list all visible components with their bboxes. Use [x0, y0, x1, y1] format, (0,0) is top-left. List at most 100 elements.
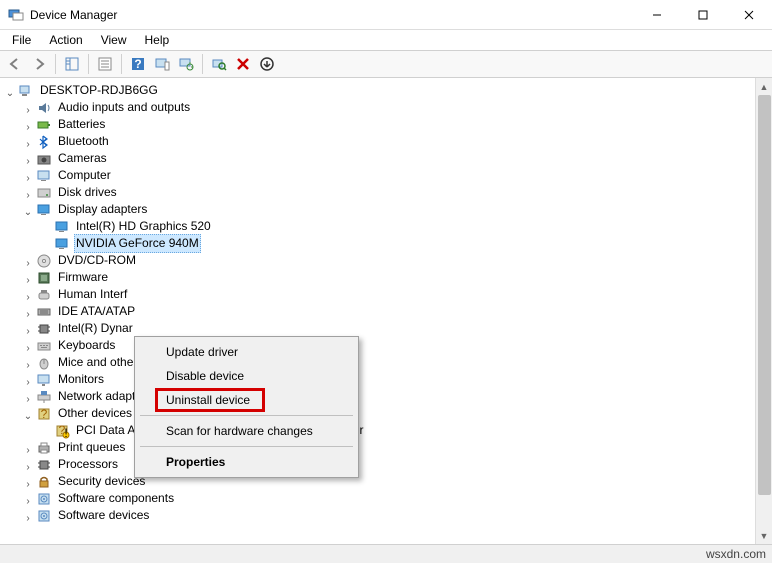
node-label[interactable]: Print queues	[56, 439, 127, 456]
menu-help[interactable]: Help	[137, 31, 178, 49]
ctx-scan-hardware[interactable]: Scan for hardware changes	[138, 419, 355, 443]
node-label[interactable]: Batteries	[56, 116, 107, 133]
ctx-disable-device[interactable]: Disable device	[138, 364, 355, 388]
uninstall-device-button[interactable]	[232, 53, 254, 75]
forward-button[interactable]	[28, 53, 50, 75]
chevron-right-icon[interactable]: ›	[22, 136, 34, 148]
chevron-right-icon[interactable]: ›	[22, 357, 34, 369]
node-label[interactable]: Software components	[56, 490, 176, 507]
node-label[interactable]: Intel(R) Dynar	[56, 320, 135, 337]
scroll-thumb[interactable]	[758, 95, 771, 495]
tree-category-5[interactable]: › Disk drives	[4, 184, 772, 201]
scan-hardware-button[interactable]	[208, 53, 230, 75]
update-driver-button[interactable]	[175, 53, 197, 75]
chevron-down-icon[interactable]: ⌄	[4, 85, 16, 97]
tree-root[interactable]: ⌄ DESKTOP-RDJB6GG	[4, 82, 772, 99]
node-label[interactable]: Audio inputs and outputs	[56, 99, 192, 116]
node-label[interactable]: Mice and othe	[56, 354, 135, 371]
tree-category-4[interactable]: › Computer	[4, 167, 772, 184]
node-label[interactable]: Disk drives	[56, 184, 119, 201]
tree-category-21[interactable]: › Software devices	[4, 507, 772, 524]
tree-category-18[interactable]: › Processors	[4, 456, 772, 473]
tree-device-6-0[interactable]: Intel(R) HD Graphics 520	[4, 218, 772, 235]
tree-category-14[interactable]: › Monitors	[4, 371, 772, 388]
computer-properties-button[interactable]	[151, 53, 173, 75]
chevron-right-icon[interactable]: ›	[22, 187, 34, 199]
tree-category-20[interactable]: › Software components	[4, 490, 772, 507]
properties-button[interactable]	[94, 53, 116, 75]
chevron-right-icon[interactable]: ›	[22, 289, 34, 301]
back-button[interactable]	[4, 53, 26, 75]
scroll-up-button[interactable]: ▲	[756, 78, 772, 95]
help-button[interactable]: ?	[127, 53, 149, 75]
chevron-right-icon[interactable]: ›	[22, 102, 34, 114]
chevron-right-icon[interactable]: ›	[22, 272, 34, 284]
node-label[interactable]: Processors	[56, 456, 120, 473]
tree-category-13[interactable]: › Mice and othe	[4, 354, 772, 371]
tree-category-0[interactable]: › Audio inputs and outputs	[4, 99, 772, 116]
chevron-right-icon[interactable]: ›	[22, 510, 34, 522]
device-tree[interactable]: ⌄ DESKTOP-RDJB6GG › Audio inputs and output…	[0, 78, 772, 528]
scroll-down-button[interactable]: ▼	[756, 527, 772, 544]
add-legacy-button[interactable]	[256, 53, 278, 75]
chevron-right-icon[interactable]: ›	[22, 374, 34, 386]
chevron-right-icon[interactable]: ›	[22, 323, 34, 335]
menu-action[interactable]: Action	[41, 31, 90, 49]
tree-category-3[interactable]: › Cameras	[4, 150, 772, 167]
show-hide-tree-button[interactable]	[61, 53, 83, 75]
node-label[interactable]: Firmware	[56, 269, 110, 286]
ctx-update-driver[interactable]: Update driver	[138, 340, 355, 364]
chevron-right-icon[interactable]: ›	[22, 391, 34, 403]
chevron-right-icon[interactable]: ›	[22, 153, 34, 165]
tree-category-16[interactable]: ⌄?Other devices	[4, 405, 772, 422]
node-label[interactable]: Bluetooth	[56, 133, 111, 150]
node-label[interactable]: NVIDIA GeForce 940M	[74, 234, 201, 253]
tree-device-16-0[interactable]: ?!PCI Data Acquisition and Signal Proces…	[4, 422, 772, 439]
vertical-scrollbar[interactable]: ▲ ▼	[755, 78, 772, 544]
tree-category-15[interactable]: ›Network adapters	[4, 388, 772, 405]
tree-category-11[interactable]: › Intel(R) Dynar	[4, 320, 772, 337]
chevron-right-icon[interactable]: ›	[22, 493, 34, 505]
chevron-right-icon[interactable]: ›	[22, 476, 34, 488]
minimize-button[interactable]	[634, 0, 680, 30]
node-label[interactable]: DESKTOP-RDJB6GG	[38, 82, 160, 99]
tree-category-6[interactable]: ⌄ Display adapters	[4, 201, 772, 218]
tree-category-7[interactable]: › DVD/CD-ROM	[4, 252, 772, 269]
chevron-right-icon[interactable]: ›	[22, 459, 34, 471]
chevron-right-icon[interactable]: ›	[22, 170, 34, 182]
tree-category-9[interactable]: › Human Interf	[4, 286, 772, 303]
ctx-uninstall-device[interactable]: Uninstall device	[138, 388, 355, 412]
ctx-properties[interactable]: Properties	[138, 450, 355, 474]
chevron-down-icon[interactable]: ⌄	[22, 408, 34, 420]
maximize-button[interactable]	[680, 0, 726, 30]
node-label[interactable]: DVD/CD-ROM	[56, 252, 138, 269]
chevron-down-icon[interactable]: ⌄	[22, 204, 34, 216]
close-button[interactable]	[726, 0, 772, 30]
tree-category-8[interactable]: › Firmware	[4, 269, 772, 286]
tree-category-17[interactable]: › Print queues	[4, 439, 772, 456]
chevron-right-icon[interactable]: ›	[22, 442, 34, 454]
tree-category-19[interactable]: ›Security devices	[4, 473, 772, 490]
node-label[interactable]: Monitors	[56, 371, 106, 388]
node-label[interactable]: Software devices	[56, 507, 151, 524]
chevron-right-icon[interactable]: ›	[22, 255, 34, 267]
node-label[interactable]: Intel(R) HD Graphics 520	[74, 218, 213, 235]
chevron-right-icon[interactable]: ›	[22, 340, 34, 352]
tree-category-10[interactable]: › IDE ATA/ATAP	[4, 303, 772, 320]
menu-view[interactable]: View	[93, 31, 135, 49]
node-label[interactable]: Keyboards	[56, 337, 117, 354]
node-label[interactable]: IDE ATA/ATAP	[56, 303, 137, 320]
tree-category-12[interactable]: › Keyboards	[4, 337, 772, 354]
node-label[interactable]: Human Interf	[56, 286, 129, 303]
tree-device-6-1[interactable]: NVIDIA GeForce 940M	[4, 235, 772, 252]
menu-file[interactable]: File	[4, 31, 39, 49]
node-label[interactable]: Cameras	[56, 150, 109, 167]
chevron-right-icon[interactable]: ›	[22, 119, 34, 131]
chevron-right-icon[interactable]: ›	[22, 306, 34, 318]
node-label[interactable]: Other devices	[56, 405, 134, 422]
node-label[interactable]: Display adapters	[56, 201, 149, 218]
tree-category-2[interactable]: › Bluetooth	[4, 133, 772, 150]
cpu-icon	[36, 321, 52, 337]
tree-category-1[interactable]: › Batteries	[4, 116, 772, 133]
node-label[interactable]: Computer	[56, 167, 113, 184]
